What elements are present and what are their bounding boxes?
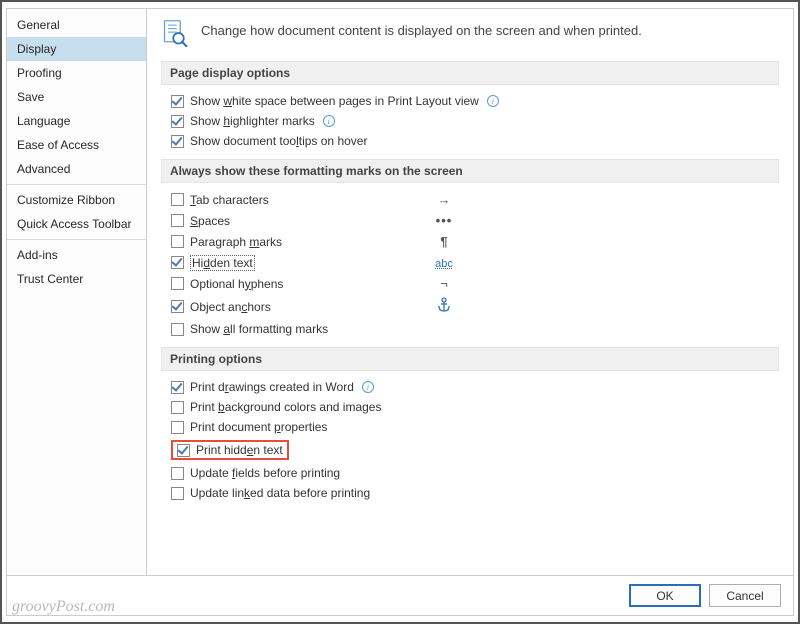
cancel-button[interactable]: Cancel [709, 584, 781, 607]
section-formatting-marks: Always show these formatting marks on th… [161, 159, 779, 183]
label-print-background[interactable]: Print background colors and images [190, 400, 381, 414]
checkbox-tab-characters[interactable] [171, 193, 184, 206]
highlight-callout: Print hidden text [171, 440, 289, 460]
tab-glyph-icon: → [429, 192, 459, 207]
sidebar-item-trust-center[interactable]: Trust Center [7, 267, 146, 291]
sidebar-item-proofing[interactable]: Proofing [7, 61, 146, 85]
hyphen-glyph-icon: ¬ [429, 276, 459, 291]
checkbox-print-hidden-text[interactable] [177, 444, 190, 457]
label-paragraph-marks[interactable]: Paragraph marks [190, 235, 330, 249]
label-show-all-marks[interactable]: Show all formatting marks [190, 322, 330, 336]
checkbox-show-all-marks[interactable] [171, 323, 184, 336]
checkbox-print-properties[interactable] [171, 421, 184, 434]
sidebar-item-add-ins[interactable]: Add-ins [7, 243, 146, 267]
dialog-footer: OK Cancel [7, 575, 793, 615]
paragraph-glyph-icon: ¶ [429, 234, 459, 249]
label-tab-characters[interactable]: Tab characters [190, 193, 330, 207]
ok-button[interactable]: OK [629, 584, 701, 607]
label-object-anchors[interactable]: Object anchors [190, 300, 330, 314]
hidden-text-glyph-icon: abc [429, 255, 459, 270]
checkbox-optional-hyphens[interactable] [171, 277, 184, 290]
checkbox-print-background[interactable] [171, 401, 184, 414]
label-spaces[interactable]: Spaces [190, 214, 330, 228]
label-print-hidden-text[interactable]: Print hidden text [196, 443, 283, 457]
section-printing-options: Printing options [161, 347, 779, 371]
info-icon[interactable]: i [487, 95, 499, 107]
info-icon[interactable]: i [323, 115, 335, 127]
sidebar-item-language[interactable]: Language [7, 109, 146, 133]
label-white-space[interactable]: Show white space between pages in Print … [190, 94, 479, 108]
checkbox-hidden-text[interactable] [171, 256, 184, 269]
sidebar-item-ease-of-access[interactable]: Ease of Access [7, 133, 146, 157]
checkbox-update-linked[interactable] [171, 487, 184, 500]
display-settings-icon [161, 19, 189, 47]
label-update-fields[interactable]: Update fields before printing [190, 466, 340, 480]
checkbox-update-fields[interactable] [171, 467, 184, 480]
label-print-drawings[interactable]: Print drawings created in Word [190, 380, 354, 394]
label-print-properties[interactable]: Print document properties [190, 420, 327, 434]
sidebar-item-advanced[interactable]: Advanced [7, 157, 146, 181]
settings-panel: Change how document content is displayed… [147, 9, 793, 575]
spaces-glyph-icon: ••• [429, 213, 459, 228]
sidebar-item-save[interactable]: Save [7, 85, 146, 109]
checkbox-white-space[interactable] [171, 95, 184, 108]
options-dialog: General Display Proofing Save Language E… [6, 8, 794, 616]
sidebar-item-customize-ribbon[interactable]: Customize Ribbon [7, 188, 146, 212]
category-sidebar: General Display Proofing Save Language E… [7, 9, 147, 575]
checkbox-paragraph-marks[interactable] [171, 235, 184, 248]
checkbox-tooltips[interactable] [171, 135, 184, 148]
checkbox-highlighter[interactable] [171, 115, 184, 128]
panel-description: Change how document content is displayed… [201, 19, 642, 38]
sidebar-item-general[interactable]: General [7, 13, 146, 37]
checkbox-object-anchors[interactable] [171, 300, 184, 313]
label-optional-hyphens[interactable]: Optional hyphens [190, 277, 330, 291]
label-tooltips[interactable]: Show document tooltips on hover [190, 134, 367, 148]
label-highlighter[interactable]: Show highlighter marks [190, 114, 315, 128]
label-update-linked[interactable]: Update linked data before printing [190, 486, 370, 500]
info-icon[interactable]: i [362, 381, 374, 393]
anchor-glyph-icon [429, 297, 459, 316]
section-page-display: Page display options [161, 61, 779, 85]
checkbox-print-drawings[interactable] [171, 381, 184, 394]
sidebar-item-quick-access-toolbar[interactable]: Quick Access Toolbar [7, 212, 146, 236]
checkbox-spaces[interactable] [171, 214, 184, 227]
label-hidden-text[interactable]: Hidden text [190, 256, 330, 270]
sidebar-item-display[interactable]: Display [7, 37, 146, 61]
